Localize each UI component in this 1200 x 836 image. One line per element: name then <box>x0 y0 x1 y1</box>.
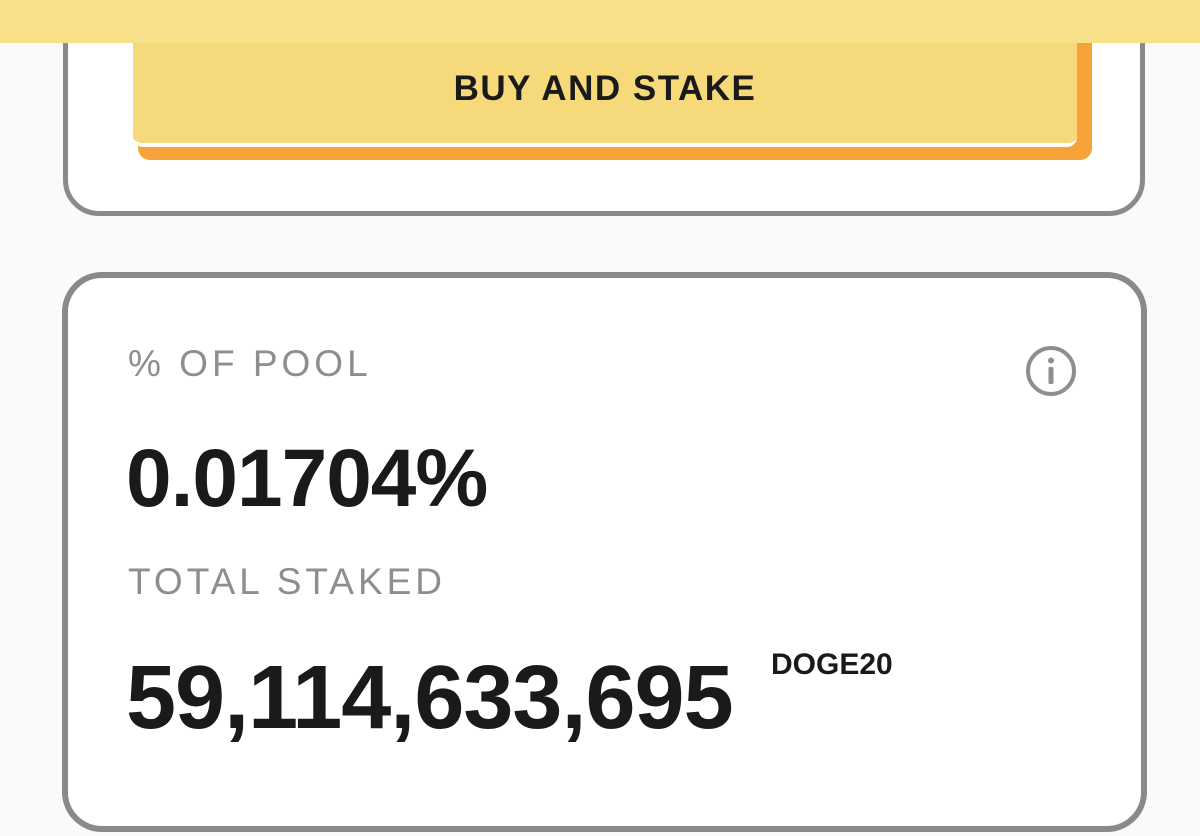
top-banner <box>0 0 1200 43</box>
pool-share-label: % OF POOL <box>128 343 372 384</box>
pool-share-value: 0.01704% <box>126 433 488 524</box>
token-unit-label: DOGE20 <box>771 648 893 681</box>
total-staked-label: TOTAL STAKED <box>128 561 447 602</box>
total-staked-value: 59,114,633,695 <box>126 648 734 748</box>
buy-and-stake-button[interactable]: BUY AND STAKE <box>133 31 1077 147</box>
info-icon[interactable] <box>1025 345 1077 397</box>
